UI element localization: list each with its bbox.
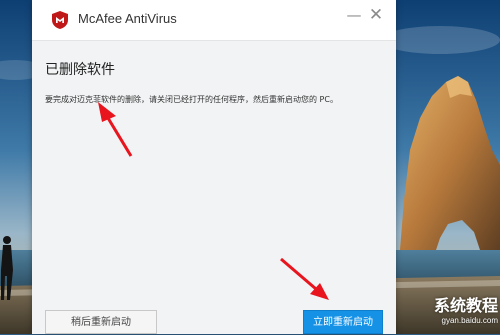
watermark-url: gyan.baidu.com: [441, 316, 498, 325]
minimize-button[interactable]: —: [345, 6, 363, 24]
watermark: 系统教程 gyan.baidu.com: [384, 296, 498, 332]
mcafee-dialog: McAfee AntiVirus — ✕ 已删除软件 要完成对迈克菲软件的删除，…: [32, 0, 396, 334]
title-bar[interactable]: McAfee AntiVirus — ✕: [32, 0, 396, 41]
minimize-icon: —: [346, 6, 362, 24]
dialog-heading: 已删除软件: [45, 62, 115, 78]
window-title: McAfee AntiVirus: [78, 11, 177, 26]
dialog-content: 已删除软件 要完成对迈克菲软件的删除，请关闭已经打开的任何程序，然后重新启动您的…: [32, 41, 396, 334]
dialog-message: 要完成对迈克菲软件的删除，请关闭已经打开的任何程序，然后重新启动您的 PC。: [45, 95, 338, 104]
restart-later-button[interactable]: 稍后重新启动: [45, 310, 157, 334]
close-icon: ✕: [368, 5, 384, 25]
mcafee-logo-icon: [52, 11, 68, 29]
watermark-title: 系统教程: [433, 296, 498, 315]
close-button[interactable]: ✕: [367, 6, 385, 24]
restart-now-button[interactable]: 立即重新启动: [303, 310, 383, 334]
